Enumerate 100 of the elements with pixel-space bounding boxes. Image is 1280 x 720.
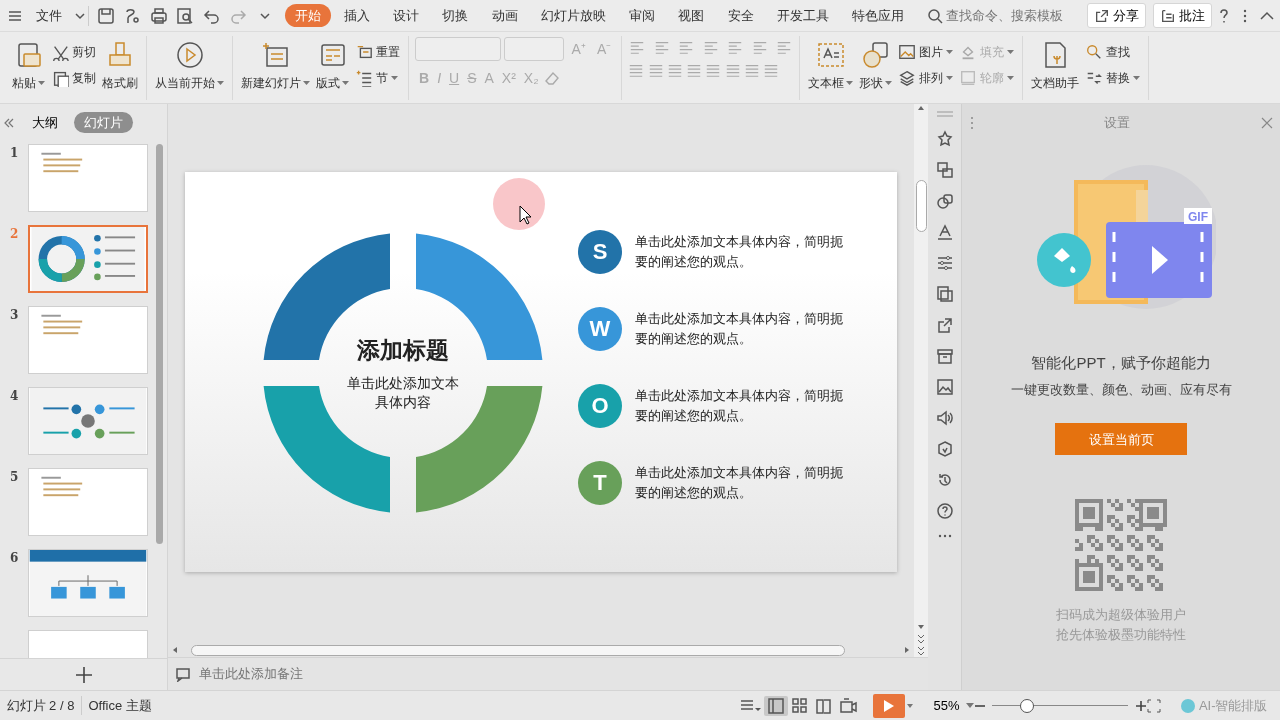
slide-thumbnail[interactable] bbox=[28, 549, 148, 618]
click-highlight bbox=[493, 177, 545, 230]
normal-view-icon bbox=[766, 696, 785, 715]
ribbon-tab[interactable]: 切换 bbox=[432, 3, 479, 28]
notes-field[interactable]: 单击此处添加备注 bbox=[197, 663, 922, 685]
save-icon[interactable] bbox=[95, 5, 116, 26]
slide-title: 添加标题 bbox=[357, 336, 449, 366]
point-text: 单击此处添加文本具体内容，简明扼要的阐述您的观点。 bbox=[635, 309, 844, 348]
speaker-icon[interactable] bbox=[935, 408, 954, 427]
image-icon[interactable] bbox=[935, 377, 954, 396]
ribbon-button[interactable]: 重置 bbox=[353, 39, 402, 66]
scrollbar[interactable] bbox=[915, 180, 927, 232]
collapse-panel-icon[interactable] bbox=[3, 116, 16, 129]
ribbon-tab[interactable]: 安全 bbox=[717, 3, 764, 28]
export-icon[interactable] bbox=[935, 315, 954, 334]
panel-caption: 扫码成为超级体验用户 bbox=[1056, 607, 1186, 625]
ribbon-tab[interactable]: 动画 bbox=[481, 3, 528, 28]
slide-number: 1 bbox=[10, 145, 20, 163]
notes-view-icon bbox=[738, 697, 761, 714]
comment-button[interactable]: 批注 bbox=[1152, 2, 1212, 29]
zoom-dropdown[interactable]: 55% bbox=[927, 694, 966, 717]
caret-icon[interactable] bbox=[965, 702, 974, 709]
ribbon-button[interactable]: 文本框 bbox=[806, 36, 856, 94]
zoom-in-icon[interactable] bbox=[1134, 699, 1147, 712]
panel-title: 设置 bbox=[1103, 114, 1131, 133]
panel-tab[interactable]: 大纲 bbox=[21, 111, 68, 134]
scroll-left-icon[interactable] bbox=[171, 646, 180, 654]
zoom-slider-thumb[interactable] bbox=[1020, 698, 1035, 713]
transfer-icon[interactable] bbox=[935, 160, 954, 179]
text-style-icon[interactable] bbox=[935, 222, 954, 241]
ribbon-button[interactable]: 格式刷 bbox=[100, 36, 140, 94]
drag-handle-icon[interactable] bbox=[936, 110, 953, 117]
ribbon-button[interactable]: 查找 bbox=[1083, 39, 1143, 66]
letter-badge: W bbox=[578, 306, 622, 351]
sliders-icon[interactable] bbox=[935, 253, 954, 272]
share-icon bbox=[1094, 7, 1111, 24]
scroll-right-icon[interactable] bbox=[902, 646, 911, 654]
slide-subtitle: 单击此处添加文本具体内容 bbox=[346, 374, 460, 412]
slide-thumbnail[interactable] bbox=[28, 225, 148, 294]
point-text: 单击此处添加文本具体内容，简明扼要的阐述您的观点。 bbox=[635, 232, 844, 271]
outline-icon bbox=[959, 69, 978, 88]
ribbon-tab[interactable]: 插入 bbox=[333, 3, 380, 28]
slide-thumbnail[interactable] bbox=[28, 144, 148, 213]
ribbon-button[interactable]: 文档助手 bbox=[1029, 36, 1082, 94]
qr-code-icon bbox=[1075, 499, 1167, 592]
search-icon bbox=[927, 7, 943, 24]
scrollbar[interactable] bbox=[190, 644, 845, 656]
image-icon bbox=[898, 43, 917, 62]
close-icon[interactable] bbox=[1259, 116, 1274, 130]
ribbon-button[interactable]: 版式 bbox=[314, 36, 351, 94]
ribbon-button[interactable]: 复制 bbox=[49, 65, 98, 92]
shapes-icon[interactable] bbox=[935, 191, 954, 210]
slide-thumbnail[interactable] bbox=[28, 468, 148, 537]
ribbon-button[interactable]: 替换 bbox=[1083, 65, 1143, 92]
ribbon-tab[interactable]: 开发工具 bbox=[766, 3, 839, 28]
file-menu[interactable]: 文件 bbox=[25, 3, 72, 28]
ribbon-tab[interactable]: 幻灯片放映 bbox=[530, 3, 616, 28]
slide-counter: 幻灯片 2 / 8 bbox=[0, 695, 82, 716]
panel-subtitle: 一键更改数量、颜色、动画、应有尽有 bbox=[1010, 381, 1232, 399]
add-slide-icon[interactable] bbox=[74, 665, 93, 684]
more-icon[interactable] bbox=[936, 532, 953, 539]
search-field[interactable]: 查找命令、搜索模板 bbox=[920, 5, 1081, 26]
slide-number: 2 bbox=[10, 226, 20, 244]
point-text: 单击此处添加文本具体内容，简明扼要的阐述您的观点。 bbox=[635, 386, 844, 425]
ribbon-tab[interactable]: 设计 bbox=[383, 3, 429, 28]
ribbon-button[interactable]: 新建幻灯片 bbox=[239, 36, 312, 94]
ribbon-button[interactable]: 从当前开始 bbox=[153, 36, 226, 94]
slide-number: 5 bbox=[10, 469, 20, 487]
ribbon-button[interactable]: 排列 bbox=[896, 65, 956, 92]
ribbon-tab[interactable]: 特色应用 bbox=[842, 3, 914, 28]
orb-icon bbox=[1179, 697, 1196, 714]
slide-thumbnail[interactable] bbox=[28, 387, 148, 456]
slide-thumbnail[interactable] bbox=[28, 306, 148, 375]
copy-icon bbox=[51, 69, 69, 88]
share-button[interactable]: 分享 bbox=[1087, 2, 1147, 29]
ribbon-tab[interactable]: 审阅 bbox=[619, 3, 665, 28]
panel-caption: 抢先体验极墨功能特性 bbox=[1056, 627, 1186, 645]
ribbon-button[interactable]: 节 bbox=[353, 65, 402, 92]
play-icon bbox=[882, 698, 895, 713]
letter-badge: S bbox=[578, 229, 622, 274]
ribbon-button[interactable]: 图片 bbox=[896, 39, 956, 66]
sparkle-icon[interactable] bbox=[935, 129, 954, 148]
ribbon-button[interactable]: 形状 bbox=[857, 36, 895, 94]
print-icon[interactable] bbox=[148, 5, 169, 26]
ribbon-button[interactable]: 粘贴 bbox=[10, 36, 47, 94]
ribbon-button[interactable]: 剪切 bbox=[49, 39, 98, 66]
caret-icon[interactable] bbox=[75, 10, 85, 21]
play-button[interactable] bbox=[872, 693, 905, 718]
slide-add-icon bbox=[260, 40, 291, 70]
cursor-icon bbox=[519, 204, 533, 225]
ribbon-tab[interactable]: 视图 bbox=[668, 3, 715, 28]
archive-icon[interactable] bbox=[935, 346, 954, 365]
letter-badge: T bbox=[578, 460, 622, 505]
scrollbar[interactable] bbox=[156, 144, 164, 545]
letter-badge: O bbox=[578, 383, 622, 428]
gallery-icon[interactable] bbox=[935, 284, 954, 303]
shield-icon[interactable] bbox=[935, 439, 954, 458]
scissors-icon bbox=[51, 43, 69, 62]
help-icon[interactable] bbox=[935, 501, 954, 520]
view-button[interactable] bbox=[763, 695, 788, 716]
